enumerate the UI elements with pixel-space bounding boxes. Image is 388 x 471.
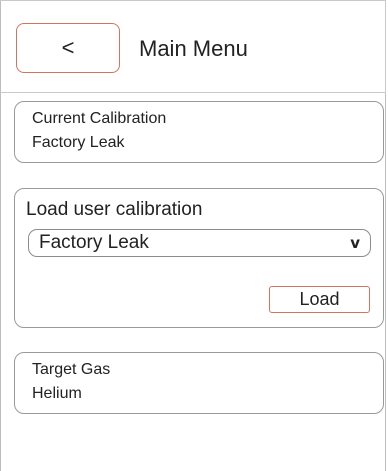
back-button[interactable]: < (16, 23, 120, 73)
target-gas-card: Target Gas Helium (14, 352, 384, 414)
chevron-down-icon: v (350, 234, 360, 252)
calibration-select[interactable]: Factory Leak v (28, 229, 371, 257)
load-button[interactable]: Load (269, 286, 370, 313)
current-calibration-value: Factory Leak (32, 134, 125, 151)
header-bar: < Main Menu (0, 0, 386, 93)
current-calibration-card: Current Calibration Factory Leak (14, 101, 384, 163)
load-user-calibration-card: Load user calibration Factory Leak v Loa… (14, 188, 384, 328)
page-title: Main Menu (139, 36, 248, 61)
target-gas-value: Helium (32, 385, 82, 402)
load-user-calibration-label: Load user calibration (26, 199, 203, 220)
current-calibration-label: Current Calibration (32, 110, 167, 127)
calibration-select-value: Factory Leak (39, 232, 149, 253)
back-chevron-icon: < (61, 35, 75, 60)
target-gas-label: Target Gas (32, 361, 111, 378)
main-panel: Current Calibration Factory Leak Load us… (0, 93, 386, 471)
